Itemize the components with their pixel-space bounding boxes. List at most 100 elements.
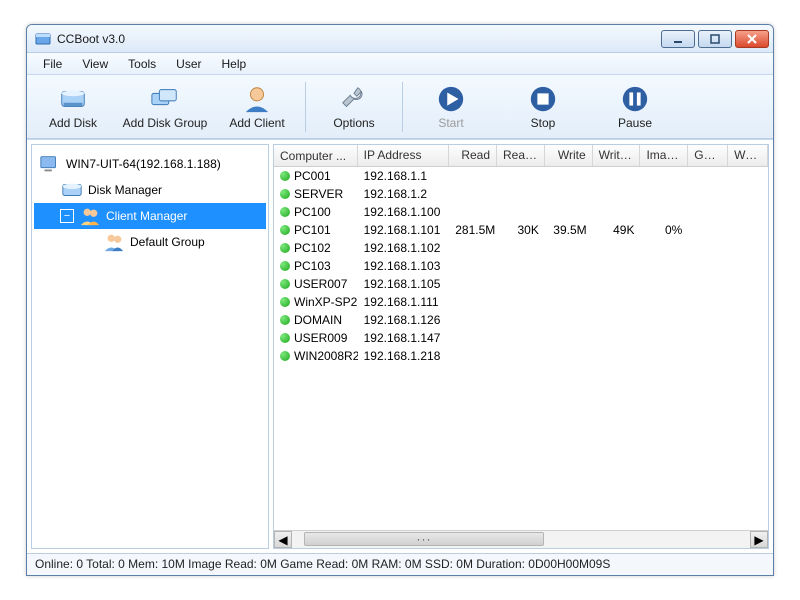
options-button[interactable]: Options xyxy=(308,78,400,136)
menu-tools[interactable]: Tools xyxy=(118,55,166,73)
table-row[interactable]: PC103 192.168.1.103 xyxy=(274,257,768,275)
table-row[interactable]: PC101192.168.1.101281.5M30K39.5M49K0% xyxy=(274,221,768,239)
table-row[interactable]: PC001 192.168.1.1 xyxy=(274,167,768,185)
cell-computer: WinXP-SP2-P xyxy=(294,295,358,309)
table-row[interactable]: WinXP-SP2-P192.168.1.111 xyxy=(274,293,768,311)
cell-ip: 192.168.1.1 xyxy=(358,169,450,183)
cell-computer: PC103 xyxy=(294,259,331,273)
cell-ip: 192.168.1.218 xyxy=(358,349,450,363)
scroll-right-arrow[interactable]: ▶ xyxy=(750,531,768,548)
menu-file[interactable]: File xyxy=(33,55,72,73)
stop-icon xyxy=(528,84,558,114)
table-row[interactable]: PC100 192.168.1.100 xyxy=(274,203,768,221)
cell-ip: 192.168.1.111 xyxy=(358,295,450,309)
cell-computer: PC001 xyxy=(294,169,331,183)
play-icon xyxy=(436,84,466,114)
start-label: Start xyxy=(438,116,463,130)
tree-disk-manager-label: Disk Manager xyxy=(88,183,162,197)
tree-root-label: WIN7-UIT-64(192.168.1.188) xyxy=(66,157,221,171)
start-button[interactable]: Start xyxy=(405,78,497,136)
menu-view[interactable]: View xyxy=(72,55,118,73)
scroll-left-arrow[interactable]: ◀ xyxy=(274,531,292,548)
cell-ip: 192.168.1.102 xyxy=(358,241,450,255)
cell-write2: 49K xyxy=(593,223,641,237)
col-image[interactable]: Imag... xyxy=(640,145,688,166)
col-game[interactable]: Gam... xyxy=(688,145,728,166)
col-computer[interactable]: Computer ... xyxy=(274,145,358,166)
cell-ip: 192.168.1.147 xyxy=(358,331,450,345)
close-button[interactable] xyxy=(735,30,769,48)
col-write2[interactable]: Write... xyxy=(593,145,641,166)
collapse-icon[interactable]: − xyxy=(60,209,74,223)
table-row[interactable]: WIN2008R2C192.168.1.218 xyxy=(274,347,768,365)
cell-image: 0% xyxy=(640,223,688,237)
tree-disk-manager[interactable]: Disk Manager xyxy=(34,177,266,203)
column-header-row: Computer ... IP Address Read Read... Wri… xyxy=(274,145,768,167)
cell-ip: 192.168.1.126 xyxy=(358,313,450,327)
pause-icon xyxy=(620,84,650,114)
disk-icon xyxy=(58,84,88,114)
add-client-label: Add Client xyxy=(229,116,284,130)
stop-button[interactable]: Stop xyxy=(497,78,589,136)
app-window: CCBoot v3.0 File View Tools User Help Ad… xyxy=(26,24,774,576)
options-label: Options xyxy=(333,116,374,130)
cell-computer: SERVER xyxy=(294,187,343,201)
cell-computer: WIN2008R2C xyxy=(294,349,358,363)
table-row[interactable]: SERVER192.168.1.2 xyxy=(274,185,768,203)
cell-computer: PC102 xyxy=(294,241,331,255)
minimize-button[interactable] xyxy=(661,30,695,48)
status-dot-icon xyxy=(280,315,290,325)
table-row[interactable]: USER009 192.168.1.147 xyxy=(274,329,768,347)
cell-ip: 192.168.1.103 xyxy=(358,259,450,273)
content-area: WIN7-UIT-64(192.168.1.188) Disk Manager … xyxy=(27,139,773,553)
table-row[interactable]: USER007192.168.1.105 xyxy=(274,275,768,293)
toolbar-separator xyxy=(305,82,306,132)
cell-read2: 30K xyxy=(497,223,545,237)
clients-icon xyxy=(78,204,102,228)
stop-label: Stop xyxy=(531,116,556,130)
cell-read: 281.5M xyxy=(449,223,497,237)
maximize-button[interactable] xyxy=(698,30,732,48)
col-read2[interactable]: Read... xyxy=(497,145,545,166)
status-dot-icon xyxy=(280,261,290,271)
add-client-button[interactable]: Add Client xyxy=(211,78,303,136)
tree-root[interactable]: WIN7-UIT-64(192.168.1.188) xyxy=(34,151,266,177)
col-write[interactable]: Write xyxy=(545,145,593,166)
status-dot-icon xyxy=(280,279,290,289)
menu-help[interactable]: Help xyxy=(212,55,257,73)
add-disk-group-label: Add Disk Group xyxy=(123,116,208,130)
cell-computer: DOMAIN xyxy=(294,313,342,327)
add-disk-label: Add Disk xyxy=(49,116,97,130)
horizontal-scrollbar[interactable]: ◀ ··· ▶ xyxy=(274,530,768,548)
scrollbar-thumb[interactable]: ··· xyxy=(304,532,544,546)
add-disk-button[interactable]: Add Disk xyxy=(27,78,119,136)
cell-computer: USER009 xyxy=(294,331,347,345)
toolbar: Add Disk Add Disk Group Add Client Optio… xyxy=(27,75,773,139)
col-write3[interactable]: Write... xyxy=(728,145,768,166)
menu-bar: File View Tools User Help xyxy=(27,53,773,75)
status-dot-icon xyxy=(280,225,290,235)
col-ip[interactable]: IP Address xyxy=(358,145,450,166)
sidebar-tree: WIN7-UIT-64(192.168.1.188) Disk Manager … xyxy=(31,144,269,549)
client-list-body: PC001 192.168.1.1 SERVER192.168.1.2 PC100 19… xyxy=(274,167,768,530)
menu-user[interactable]: User xyxy=(166,55,211,73)
client-icon xyxy=(242,84,272,114)
status-dot-icon xyxy=(280,207,290,217)
status-dot-icon xyxy=(280,351,290,361)
table-row[interactable]: PC102 192.168.1.102 xyxy=(274,239,768,257)
tree-default-group[interactable]: Default Group xyxy=(34,229,266,255)
cell-ip: 192.168.1.100 xyxy=(358,205,450,219)
cell-computer: PC101 xyxy=(294,223,331,237)
table-row[interactable]: DOMAIN 192.168.1.126 xyxy=(274,311,768,329)
tree-client-manager-label: Client Manager xyxy=(106,209,187,223)
client-list-panel: Computer ... IP Address Read Read... Wri… xyxy=(273,144,769,549)
tree-client-manager[interactable]: − Client Manager xyxy=(34,203,266,229)
app-icon xyxy=(35,31,51,47)
cell-computer: PC100 xyxy=(294,205,331,219)
window-title: CCBoot v3.0 xyxy=(57,32,658,46)
pause-button[interactable]: Pause xyxy=(589,78,681,136)
add-disk-group-button[interactable]: Add Disk Group xyxy=(119,78,211,136)
toolbar-separator xyxy=(402,82,403,132)
cell-write: 39.5M xyxy=(545,223,593,237)
col-read[interactable]: Read xyxy=(449,145,497,166)
